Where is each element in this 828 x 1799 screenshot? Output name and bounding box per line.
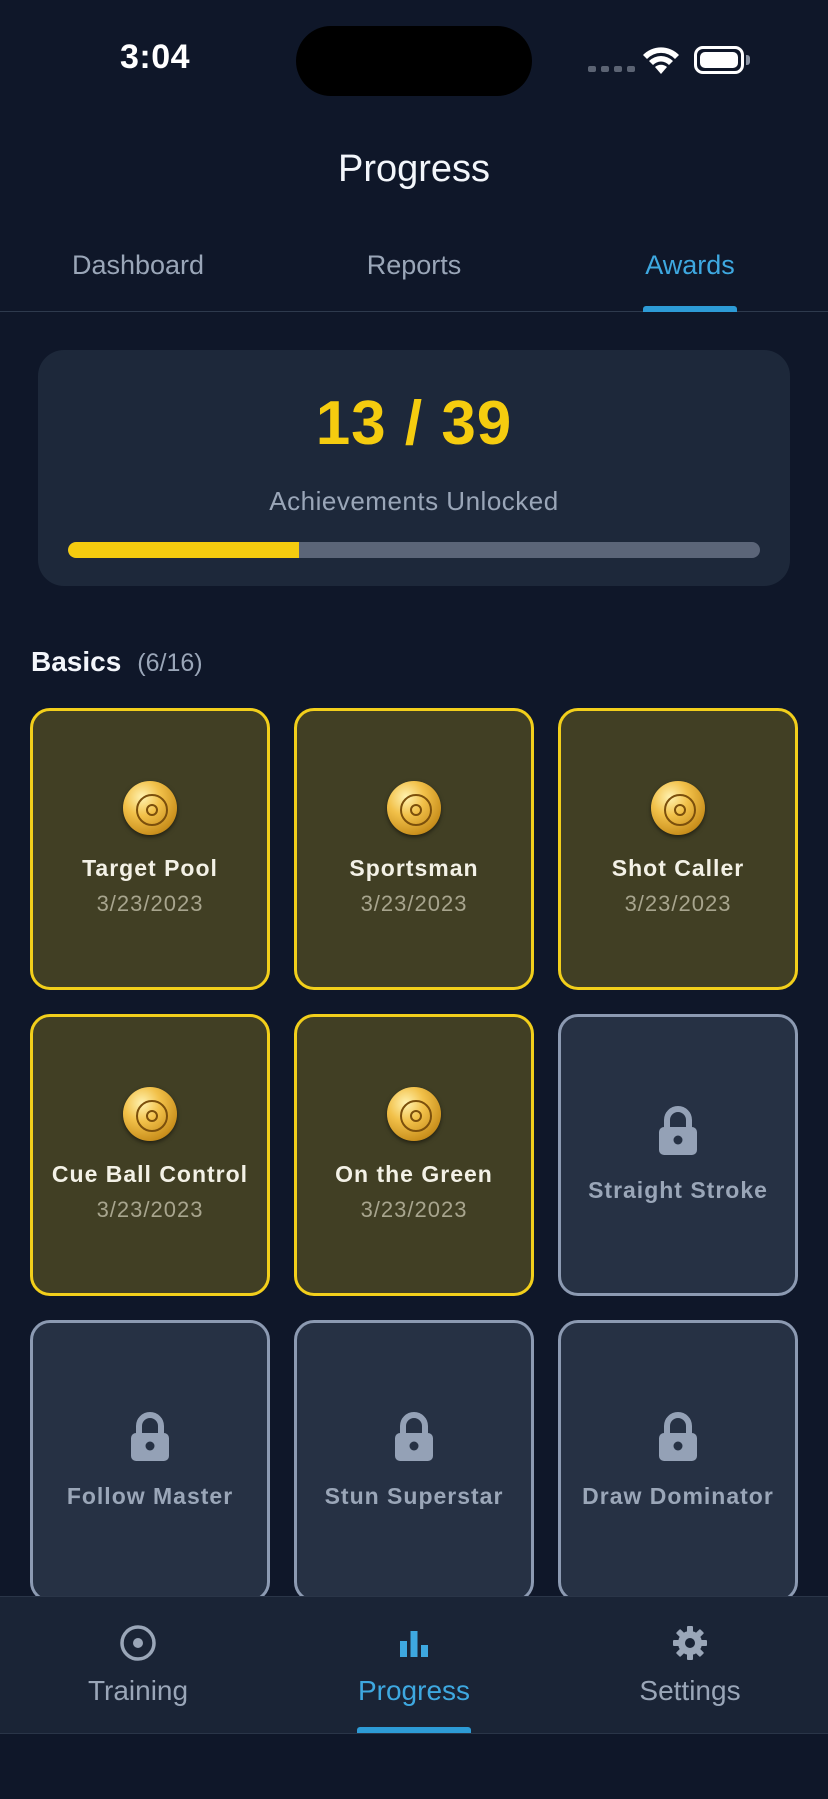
bar-chart-icon: [400, 1631, 428, 1657]
wifi-icon: [643, 47, 679, 74]
gear-icon: [673, 1626, 707, 1660]
target-icon: [120, 1625, 156, 1661]
achievements-progress-fill: [68, 542, 299, 558]
cellular-signal-icon: [588, 66, 635, 72]
medal-icon: [651, 781, 705, 835]
section-header: Basics (6/16): [31, 646, 203, 678]
section-title: Basics: [31, 646, 122, 677]
screen: 3:04 Progress Dashboard Reports Awards 1…: [0, 0, 828, 1799]
top-tab-bar: Dashboard Reports Awards: [0, 236, 828, 312]
status-bar: 3:04: [0, 0, 828, 110]
battery-icon: [694, 46, 750, 74]
achievement-tile[interactable]: Stun Superstar: [294, 1320, 534, 1596]
achievement-name: Straight Stroke: [588, 1177, 768, 1203]
nav-label: Training: [87, 1675, 189, 1706]
achievement-date: 3/23/2023: [96, 891, 204, 916]
nav-item-training[interactable]: Training: [0, 1623, 276, 1707]
active-nav-indicator: [357, 1727, 471, 1733]
achievement-tile[interactable]: Shot Caller 3/23/2023: [558, 708, 798, 990]
achievement-tile[interactable]: Draw Dominator: [558, 1320, 798, 1596]
achievements-progress-bar: [68, 542, 760, 558]
nav-label: Progress: [357, 1675, 471, 1706]
achievement-name: On the Green: [335, 1161, 493, 1187]
nav-item-progress[interactable]: Progress: [276, 1623, 552, 1707]
achievement-name: Target Pool: [82, 855, 218, 881]
achievement-date: 3/23/2023: [360, 891, 468, 916]
achievement-tile[interactable]: Sportsman 3/23/2023: [294, 708, 534, 990]
nav-label: Settings: [639, 1675, 741, 1706]
achievement-tile[interactable]: On the Green 3/23/2023: [294, 1014, 534, 1296]
achievement-name: Follow Master: [66, 1483, 234, 1509]
lock-icon: [659, 1412, 697, 1461]
lock-icon: [395, 1412, 433, 1461]
achievement-name: Sportsman: [349, 855, 479, 881]
page-title: Progress: [337, 148, 491, 190]
nav-item-settings[interactable]: Settings: [552, 1623, 828, 1707]
achievement-date: 3/23/2023: [624, 891, 732, 916]
achievement-name: Shot Caller: [611, 855, 745, 881]
achievement-name: Stun Superstar: [324, 1483, 504, 1509]
achievement-tile[interactable]: Cue Ball Control 3/23/2023: [30, 1014, 270, 1296]
achievements-grid: Target Pool 3/23/2023 Sportsman 3/23/2023 Sh…: [30, 708, 800, 1596]
achievement-tile[interactable]: Follow Master: [30, 1320, 270, 1596]
achievement-name: Draw Dominator: [582, 1483, 774, 1509]
achievements-count: 13 / 39: [315, 389, 513, 458]
achievements-label: Achievements Unlocked: [269, 486, 559, 516]
status-time: 3:04: [120, 38, 191, 76]
achievement-date: 3/23/2023: [96, 1197, 204, 1222]
achievement-date: 3/23/2023: [360, 1197, 468, 1222]
bottom-nav: Training Progress Settings: [0, 1596, 828, 1734]
medal-icon: [387, 781, 441, 835]
lock-icon: [659, 1106, 697, 1155]
tab-reports[interactable]: Reports: [276, 250, 552, 281]
achievement-name: Cue Ball Control: [51, 1161, 249, 1187]
active-tab-indicator: [643, 306, 737, 312]
lock-icon: [131, 1412, 169, 1461]
tab-dashboard[interactable]: Dashboard: [0, 250, 276, 281]
medal-icon: [123, 781, 177, 835]
achievement-tile[interactable]: Target Pool 3/23/2023: [30, 708, 270, 990]
achievement-tile[interactable]: Straight Stroke: [558, 1014, 798, 1296]
section-count: (6/16): [137, 649, 203, 677]
dynamic-island: [296, 26, 532, 96]
medal-icon: [123, 1087, 177, 1141]
home-indicator-area: [0, 1735, 828, 1799]
tab-awards[interactable]: Awards: [552, 250, 828, 281]
achievements-summary-card: 13 / 39 Achievements Unlocked: [38, 350, 790, 586]
medal-icon: [387, 1087, 441, 1141]
